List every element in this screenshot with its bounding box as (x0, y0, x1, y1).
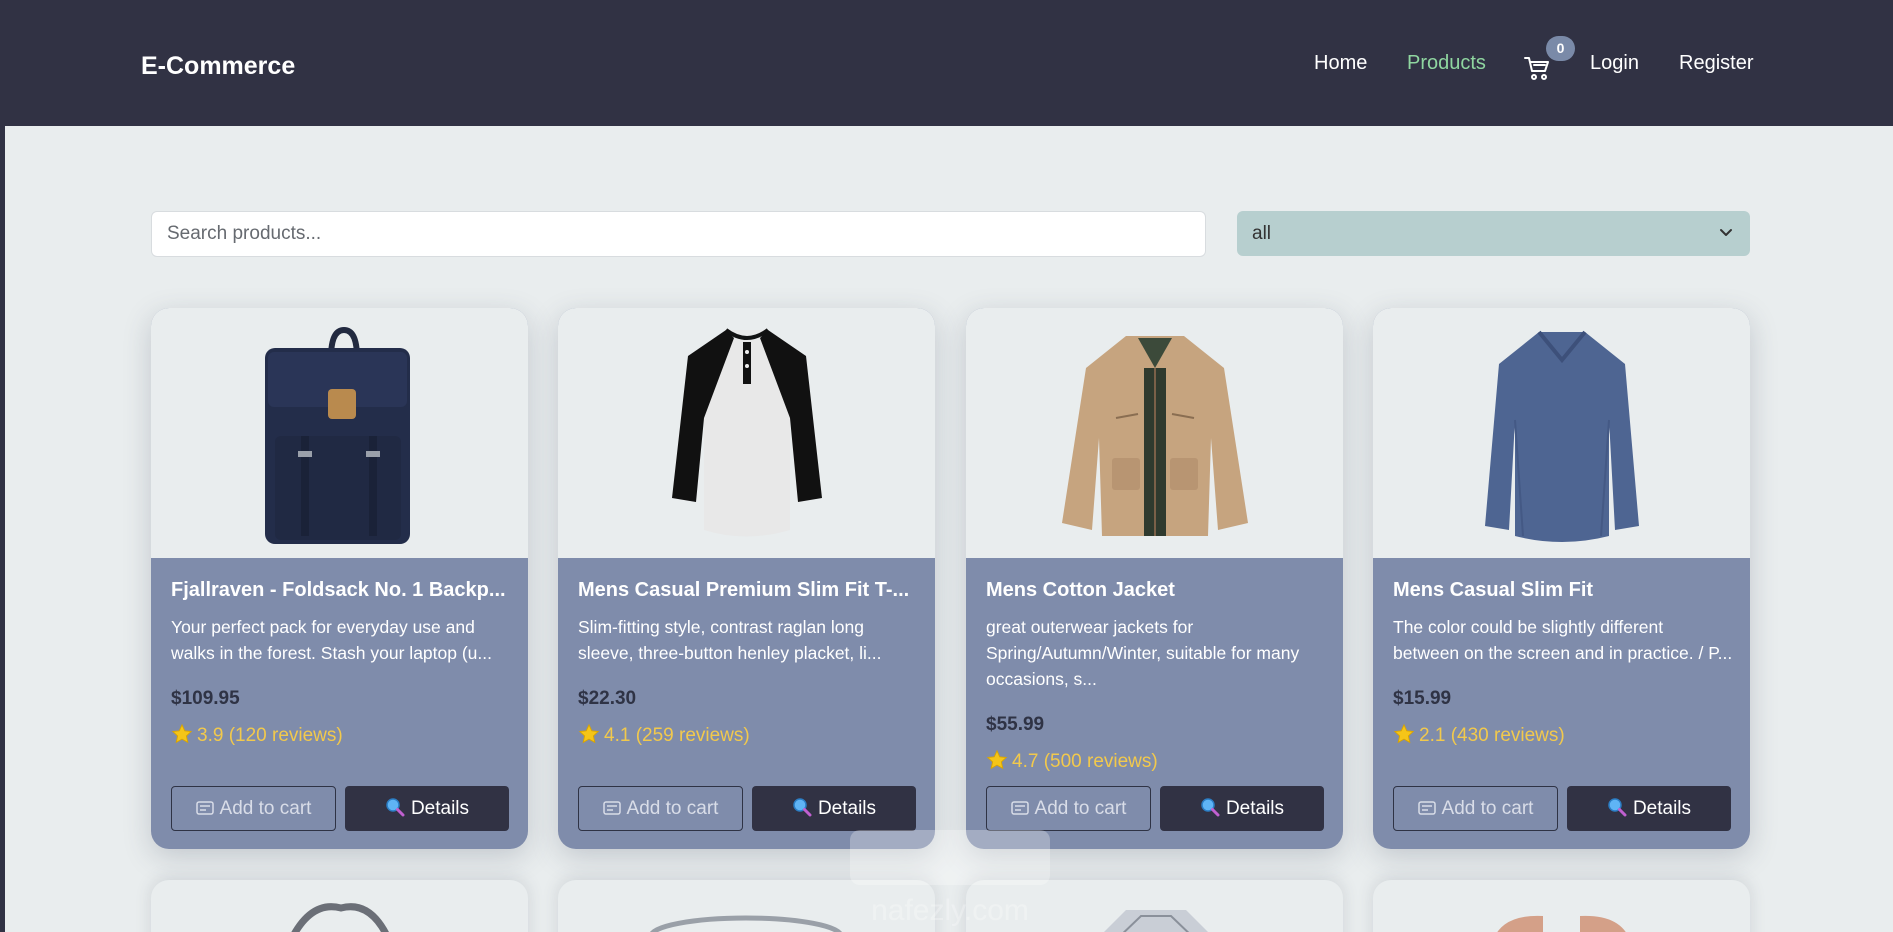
magnifier-icon (1608, 798, 1627, 817)
cart-icon (1417, 800, 1436, 815)
brand-logo[interactable]: E-Commerce (141, 52, 295, 81)
product-price: $109.95 (171, 688, 240, 709)
product-description: Slim-fitting style, contrast raglan long… (578, 617, 882, 663)
details-button[interactable]: Details (345, 786, 509, 831)
nav-register-link[interactable]: Register (1679, 52, 1753, 75)
category-select-value: all (1252, 223, 1272, 244)
magnifier-icon (1201, 798, 1220, 817)
product-rating-text: 4.1 (259 reviews) (604, 725, 750, 746)
add-to-cart-label: Add to cart (219, 797, 312, 819)
product-image-henley-shirt[interactable] (558, 308, 935, 558)
add-to-cart-label: Add to cart (1034, 797, 1127, 819)
product-image-slim-fit-shirt[interactable] (1373, 308, 1750, 558)
product-rating: 3.9 (120 reviews) (171, 723, 343, 747)
add-to-cart-button[interactable]: Add to cart (986, 786, 1151, 831)
star-icon (986, 749, 1008, 770)
star-icon (1393, 723, 1415, 744)
star-icon (578, 723, 600, 744)
cart-icon (602, 800, 621, 815)
cart-count-badge: 0 (1546, 36, 1575, 61)
product-card: Mens Cotton Jacket great outerwear jacke… (966, 308, 1343, 849)
nav-login-link[interactable]: Login (1590, 52, 1639, 75)
product-card-partial[interactable] (558, 880, 935, 932)
chevron-down-icon (1720, 229, 1732, 236)
cart-icon (1010, 800, 1029, 815)
product-title[interactable]: Fjallraven - Foldsack No. 1 Backp... (171, 579, 511, 602)
product-rating: 4.1 (259 reviews) (578, 723, 750, 747)
product-rating-text: 2.1 (430 reviews) (1419, 725, 1565, 746)
nav-home-link[interactable]: Home (1314, 52, 1367, 75)
details-button[interactable]: Details (752, 786, 916, 831)
product-title[interactable]: Mens Cotton Jacket (986, 579, 1326, 602)
product-price: $22.30 (578, 688, 637, 709)
add-to-cart-label: Add to cart (1441, 797, 1534, 819)
product-description: great outerwear jackets for Spring/Autum… (986, 617, 1300, 689)
product-rating: 2.1 (430 reviews) (1393, 723, 1565, 747)
product-rating: 4.7 (500 reviews) (986, 749, 1158, 773)
product-description: Your perfect pack for everyday use and w… (171, 617, 492, 663)
nav-products-link[interactable]: Products (1407, 52, 1486, 75)
product-price: $55.99 (986, 714, 1045, 735)
details-label: Details (410, 798, 470, 819)
product-description: The color could be slightly different be… (1393, 617, 1733, 663)
product-image-cotton-jacket[interactable] (966, 308, 1343, 558)
product-card-partial[interactable] (151, 880, 528, 932)
product-title[interactable]: Mens Casual Slim Fit (1393, 579, 1733, 602)
add-to-cart-button[interactable]: Add to cart (578, 786, 743, 831)
details-label: Details (1225, 798, 1285, 819)
product-card-partial[interactable] (1373, 880, 1750, 932)
star-icon (171, 723, 193, 744)
add-to-cart-button[interactable]: Add to cart (1393, 786, 1558, 831)
product-card: Fjallraven - Foldsack No. 1 Backp... You… (151, 308, 528, 849)
search-input[interactable] (151, 211, 1206, 257)
product-card: Mens Casual Slim Fit The color could be … (1373, 308, 1750, 849)
product-price: $15.99 (1393, 688, 1452, 709)
product-rating-text: 4.7 (500 reviews) (1012, 751, 1158, 772)
add-to-cart-button[interactable]: Add to cart (171, 786, 336, 831)
product-title[interactable]: Mens Casual Premium Slim Fit T-... (578, 579, 918, 602)
details-label: Details (1632, 798, 1692, 819)
navbar: E-Commerce Home Products 0 Login Registe… (0, 0, 1893, 126)
category-select[interactable]: all (1237, 211, 1750, 256)
details-button[interactable]: Details (1567, 786, 1731, 831)
product-card: Mens Casual Premium Slim Fit T-... Slim-… (558, 308, 935, 849)
product-rating-text: 3.9 (120 reviews) (197, 725, 343, 746)
magnifier-icon (793, 798, 812, 817)
cart-icon (195, 800, 214, 815)
add-to-cart-label: Add to cart (626, 797, 719, 819)
product-card-partial[interactable] (966, 880, 1343, 932)
product-image-backpack[interactable] (151, 308, 528, 558)
details-button[interactable]: Details (1160, 786, 1324, 831)
magnifier-icon (386, 798, 405, 817)
details-label: Details (817, 798, 877, 819)
shopping-cart-icon[interactable] (1523, 54, 1551, 82)
